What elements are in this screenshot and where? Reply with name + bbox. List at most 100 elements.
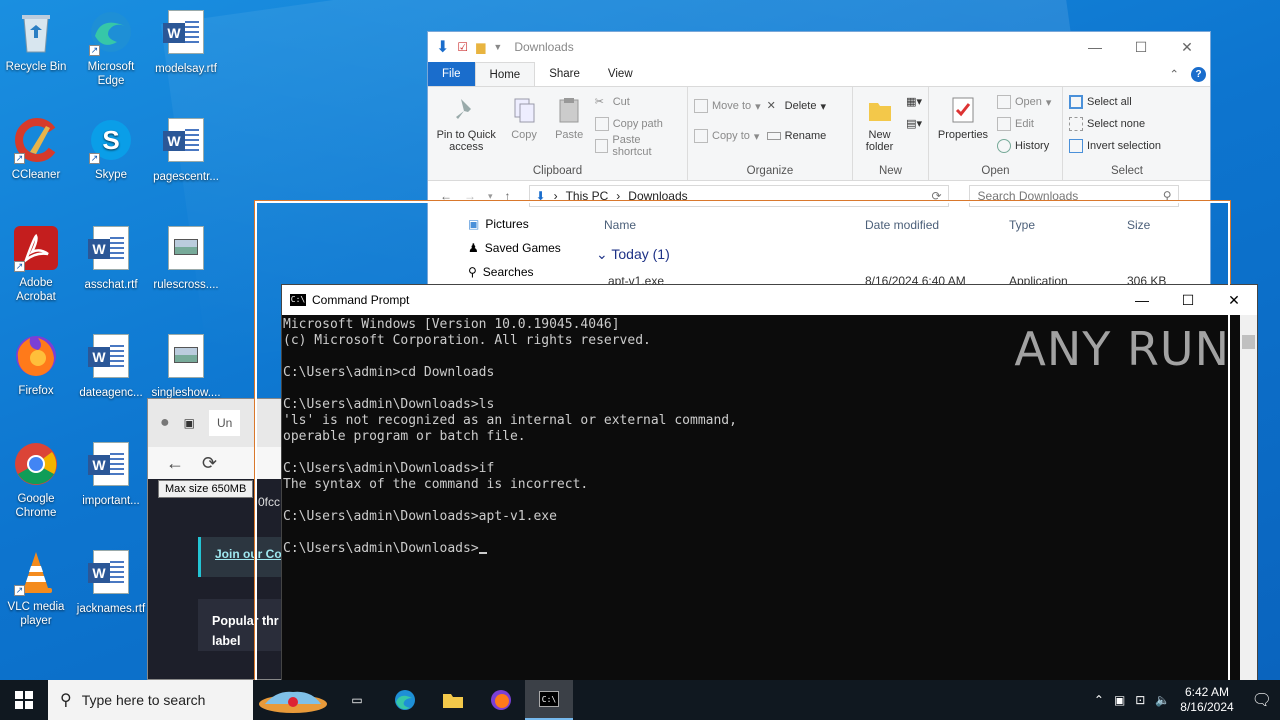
down-arrow-icon[interactable]: ⬇	[436, 37, 449, 57]
new-item-icon[interactable]: ▦▾	[906, 93, 922, 109]
jacknames-file[interactable]: jacknames.rtf	[75, 548, 147, 616]
rulescross-file[interactable]: rulescross....	[150, 224, 222, 292]
dateagenc-file[interactable]: dateagenc...	[75, 332, 147, 400]
browser-tab[interactable]: Un	[209, 410, 241, 436]
refresh-icon[interactable]: ⟳	[202, 453, 217, 474]
icon-label: Firefox	[18, 385, 54, 397]
move-to-button[interactable]: Move to ▾	[694, 98, 761, 114]
folder-icon	[868, 103, 891, 121]
volume-icon[interactable]: 🔈	[1155, 693, 1170, 707]
firefox-shortcut[interactable]: Firefox	[0, 332, 72, 398]
new-folder-icon[interactable]: ▆	[476, 40, 485, 54]
windows-logo-icon	[15, 691, 33, 709]
anyrun-watermark: ANY RUN	[1014, 322, 1230, 376]
word-document-icon	[162, 118, 210, 166]
scroll-thumb[interactable]	[1242, 335, 1255, 349]
chevron-up-icon[interactable]: ⌃	[1094, 693, 1104, 707]
copy-to-button[interactable]: Copy to ▾	[694, 128, 761, 144]
network-icon[interactable]: ⊡	[1135, 693, 1145, 707]
copy-to-icon	[694, 129, 708, 143]
asschat-file[interactable]: asschat.rtf	[75, 224, 147, 292]
console-line: C:\Users\admin\Downloads>ls	[283, 397, 495, 412]
clipboard-group: Pin to Quick access Copy Paste ✂ Cut Copy…	[428, 87, 688, 180]
chevron-down-icon[interactable]: ▼	[493, 42, 502, 52]
console-line: 'ls' is not recognized as an internal or…	[283, 413, 737, 428]
edge-icon: ↗	[87, 8, 135, 56]
select-group: Select all Select none Invert selection …	[1063, 87, 1191, 180]
svg-text:S: S	[102, 125, 119, 155]
modelsay-file[interactable]: modelsay.rtf	[150, 8, 222, 76]
pagescentr-file[interactable]: pagescentr...	[150, 116, 222, 184]
acrobat-shortcut[interactable]: ↗ Adobe Acrobat	[0, 224, 72, 304]
close-button[interactable]: ✕	[1164, 32, 1210, 62]
tab-home[interactable]: Home	[474, 62, 536, 86]
vlc-shortcut[interactable]: ↗ VLC media player	[0, 548, 72, 628]
minimize-button[interactable]: —	[1072, 32, 1118, 62]
cmd-taskbar-icon[interactable]: C:\	[525, 680, 573, 720]
help-icon[interactable]: ?	[1191, 66, 1206, 82]
profile-icon[interactable]: ●	[160, 414, 170, 432]
ccleaner-icon: ↗	[12, 116, 60, 164]
chevron-up-icon[interactable]: ⌃	[1169, 67, 1179, 81]
cmd-titlebar: C:\ Command Prompt — ☐ ✕	[282, 285, 1257, 315]
pin-icon	[456, 99, 472, 119]
clock[interactable]: 6:42 AM 8/16/2024	[1180, 685, 1233, 715]
file-explorer-taskbar-icon[interactable]	[429, 680, 477, 720]
paste-shortcut-button[interactable]: Paste shortcut	[594, 134, 681, 158]
recycle-bin-shortcut[interactable]: Recycle Bin	[0, 8, 72, 74]
icon-label: CCleaner	[11, 169, 61, 181]
maximize-button[interactable]: ☐	[1118, 32, 1164, 62]
tab-actions-icon[interactable]: ▣	[184, 416, 195, 430]
taskbar-search[interactable]: ⚲ Type here to search	[48, 680, 253, 720]
delete-button[interactable]: ✕ Delete ▾	[767, 98, 827, 114]
skype-shortcut[interactable]: S ↗ Skype	[75, 116, 147, 182]
task-view-icon[interactable]: ▭	[333, 680, 381, 720]
image-file-icon	[162, 226, 210, 274]
edge-shortcut[interactable]: ↗ Microsoft Edge	[75, 8, 147, 88]
properties-icon[interactable]: ☑	[457, 40, 468, 54]
maximize-button[interactable]: ☐	[1165, 285, 1211, 315]
taskbar: ⚲ Type here to search ▭ C:\ ⌃ ▣ ⊡ 🔈 6:42…	[0, 680, 1280, 720]
edit-button[interactable]: Edit	[997, 116, 1051, 132]
edge-taskbar-icon[interactable]	[381, 680, 429, 720]
history-button[interactable]: History	[997, 138, 1051, 154]
new-group: New folder ▦▾ ▤▾ New	[853, 87, 929, 180]
select-none-button[interactable]: Select none	[1069, 116, 1161, 132]
open-button[interactable]: Open ▾	[997, 94, 1051, 110]
ccleaner-shortcut[interactable]: ↗ CCleaner	[0, 116, 72, 182]
tab-file[interactable]: File	[428, 62, 475, 86]
close-button[interactable]: ✕	[1211, 285, 1257, 315]
image-file-icon	[162, 334, 210, 382]
cut-button[interactable]: ✂ Cut	[595, 94, 681, 110]
word-document-icon	[87, 334, 135, 382]
vertical-scrollbar[interactable]	[1240, 315, 1257, 719]
word-document-icon	[87, 226, 135, 274]
back-arrow-icon[interactable]: ←	[166, 453, 184, 474]
edit-icon	[997, 117, 1011, 131]
console-line: The syntax of the command is incorrect.	[283, 477, 589, 492]
icon-label: pagescentr...	[153, 171, 219, 183]
search-highlight-icon[interactable]	[253, 680, 333, 720]
chrome-shortcut[interactable]: Google Chrome	[0, 440, 72, 520]
rename-button[interactable]: Rename	[766, 128, 826, 144]
singleshow-file[interactable]: singleshow....	[150, 332, 222, 400]
icon-label: Recycle Bin	[5, 61, 67, 73]
invert-selection-button[interactable]: Invert selection	[1069, 138, 1161, 154]
minimize-button[interactable]: —	[1119, 285, 1165, 315]
start-button[interactable]	[0, 680, 48, 720]
firefox-taskbar-icon[interactable]	[477, 680, 525, 720]
organize-group: Move to ▾ Copy to ▾ ✕ Delete ▾ Rename Org…	[688, 87, 853, 180]
copy-icon	[514, 98, 535, 123]
easy-access-icon[interactable]: ▤▾	[906, 115, 922, 131]
tab-share[interactable]: Share	[535, 62, 594, 86]
select-all-button[interactable]: Select all	[1069, 94, 1161, 110]
firefox-icon	[12, 332, 60, 380]
notification-icon[interactable]: 🗨	[1252, 690, 1272, 710]
tab-view[interactable]: View	[594, 62, 647, 86]
important-file[interactable]: important...	[75, 440, 147, 508]
device-icon[interactable]: ▣	[1114, 693, 1125, 707]
copy-path-button[interactable]: Copy path	[594, 116, 681, 132]
icon-label: modelsay.rtf	[155, 63, 217, 75]
vlc-cone-icon: ↗	[12, 548, 60, 596]
